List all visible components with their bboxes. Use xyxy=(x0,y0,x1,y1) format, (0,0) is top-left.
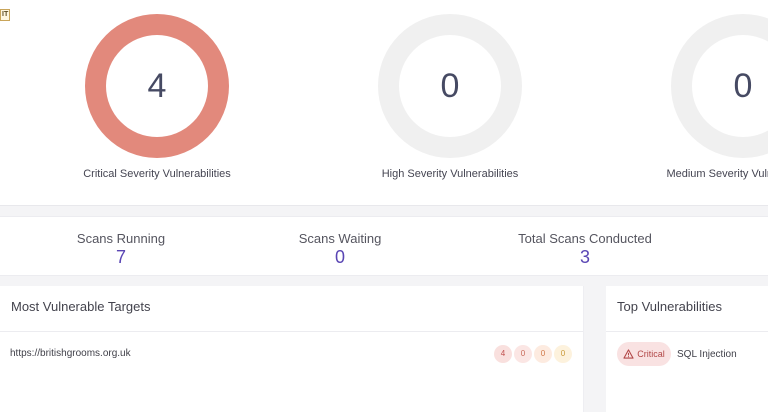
most-vulnerable-targets-card: Most Vulnerable Targets https://britishg… xyxy=(0,286,584,412)
corner-badge: IT xyxy=(0,9,11,21)
high-severity-label: High Severity Vulnerabilities xyxy=(381,168,519,180)
high-count: 0 xyxy=(440,66,460,105)
critical-count: 4 xyxy=(147,66,167,105)
medium-severity-label: Medium Severity Vulnerabilities xyxy=(666,168,768,180)
critical-severity-label: Critical Severity Vulnerabilities xyxy=(83,168,231,180)
table-row[interactable]: https://britishgrooms.org.uk 4 0 0 0 xyxy=(0,332,583,376)
high-count-badge: 0 xyxy=(514,345,532,363)
scans-waiting-label: Scans Waiting xyxy=(298,231,382,246)
scans-running-stat[interactable]: Scans Running 7 xyxy=(21,231,221,267)
vulnerability-name-link[interactable]: SQL Injection xyxy=(677,349,737,360)
medium-count-badge: 0 xyxy=(534,345,552,363)
low-count-badge: 0 xyxy=(554,345,572,363)
scans-running-value: 7 xyxy=(115,247,126,267)
critical-count-badge: 4 xyxy=(494,345,512,363)
severity-counts: 4 0 0 0 xyxy=(494,345,572,363)
total-scans-label: Total Scans Conducted xyxy=(518,231,652,246)
warning-icon xyxy=(623,349,634,359)
severity-summary-panel: IT 4 Critical Severity Vulnerabilities 0… xyxy=(0,0,768,206)
total-scans-stat[interactable]: Total Scans Conducted 3 xyxy=(485,231,685,267)
critical-severity-pill: Critical xyxy=(617,342,671,366)
high-severity-donut[interactable]: 0 xyxy=(378,14,522,158)
scans-running-label: Scans Running xyxy=(76,231,166,246)
top-vulnerabilities-card: Top Vulnerabilities Critical SQL Injecti… xyxy=(606,286,768,412)
scan-stats-panel: Scans Running 7 Scans Waiting 0 Total Sc… xyxy=(0,216,768,276)
target-url-link[interactable]: https://britishgrooms.org.uk xyxy=(10,348,131,359)
medium-count: 0 xyxy=(733,66,753,105)
severity-label: Critical xyxy=(637,349,665,359)
scans-waiting-value: 0 xyxy=(334,247,345,267)
most-vulnerable-targets-title: Most Vulnerable Targets xyxy=(0,286,583,332)
scans-waiting-stat[interactable]: Scans Waiting 0 xyxy=(240,231,440,267)
top-vulnerabilities-title: Top Vulnerabilities xyxy=(606,286,768,332)
list-item[interactable]: Critical SQL Injection xyxy=(606,332,768,378)
total-scans-value: 3 xyxy=(579,247,590,267)
critical-severity-donut[interactable]: 4 xyxy=(85,14,229,158)
medium-severity-donut[interactable]: 0 xyxy=(671,14,768,158)
